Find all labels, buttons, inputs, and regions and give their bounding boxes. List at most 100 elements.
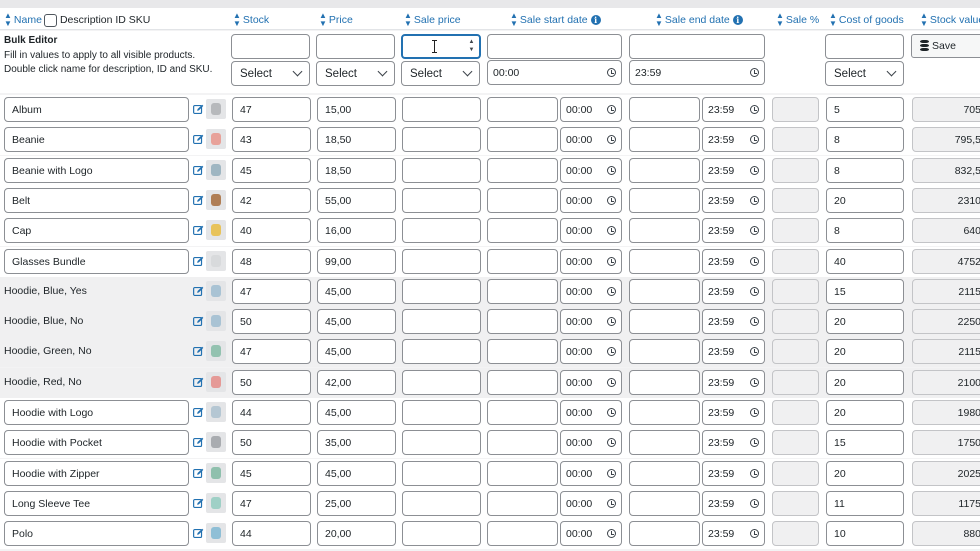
bulk-sale-price-input[interactable]: ▲ ▼: [401, 34, 481, 59]
price-input[interactable]: 45,00: [317, 400, 396, 425]
info-icon[interactable]: i: [590, 15, 601, 25]
bulk-stock-input[interactable]: [231, 34, 310, 59]
sale-start-date-input[interactable]: [487, 218, 558, 243]
edit-icon[interactable]: [193, 286, 204, 297]
cost-input[interactable]: 20: [826, 339, 904, 364]
product-name-input[interactable]: Album: [4, 97, 189, 122]
bulk-sale-end-time[interactable]: 23:59: [629, 60, 765, 85]
bulk-sale-start-time[interactable]: 00:00: [487, 60, 622, 85]
cost-input[interactable]: 8: [826, 218, 904, 243]
sale-start-date-input[interactable]: [487, 97, 558, 122]
cost-input[interactable]: 20: [826, 370, 904, 395]
sale-end-date-input[interactable]: [629, 218, 700, 243]
price-input[interactable]: 25,00: [317, 491, 396, 516]
edit-icon[interactable]: [193, 377, 204, 388]
product-name[interactable]: Hoodie, Blue, No: [4, 315, 83, 327]
sale-end-date-input[interactable]: [629, 249, 700, 274]
sort-stock-value[interactable]: ▲ ▼ Stock value: [920, 12, 980, 28]
product-name-input[interactable]: Beanie with Logo: [4, 158, 189, 183]
info-icon[interactable]: i: [732, 15, 743, 25]
sale-end-time-input[interactable]: 23:59: [702, 370, 765, 395]
sale-end-time-input[interactable]: 23:59: [702, 127, 765, 152]
sale-end-time-input[interactable]: 23:59: [702, 339, 765, 364]
sale-end-date-input[interactable]: [629, 279, 700, 304]
edit-icon[interactable]: [193, 134, 204, 145]
product-name[interactable]: Hoodie, Blue, Yes: [4, 285, 87, 297]
sale-end-date-input[interactable]: [629, 370, 700, 395]
stock-input[interactable]: 50: [232, 309, 311, 334]
edit-icon[interactable]: [193, 468, 204, 479]
sale-end-time-input[interactable]: 23:59: [702, 218, 765, 243]
sale-end-time-input[interactable]: 23:59: [702, 158, 765, 183]
price-input[interactable]: 18,50: [317, 127, 396, 152]
sale-price-input[interactable]: [402, 249, 481, 274]
product-name-input[interactable]: Belt: [4, 188, 189, 213]
bulk-sale-start-date[interactable]: [487, 34, 622, 59]
product-name[interactable]: Hoodie, Red, No: [4, 376, 82, 388]
cost-input[interactable]: 11: [826, 491, 904, 516]
sale-start-time-input[interactable]: 00:00: [560, 521, 622, 546]
bulk-sale-end-date[interactable]: [629, 34, 765, 59]
sale-end-date-input[interactable]: [629, 491, 700, 516]
sale-start-date-input[interactable]: [487, 309, 558, 334]
product-name-input[interactable]: Polo: [4, 521, 189, 546]
stock-input[interactable]: 44: [232, 521, 311, 546]
stock-input[interactable]: 42: [232, 188, 311, 213]
sale-price-input[interactable]: [402, 218, 481, 243]
sale-price-input[interactable]: [402, 461, 481, 486]
bulk-cost-select[interactable]: Select: [825, 61, 904, 86]
price-input[interactable]: 45,00: [317, 309, 396, 334]
sale-start-date-input[interactable]: [487, 249, 558, 274]
sale-start-date-input[interactable]: [487, 370, 558, 395]
sale-start-time-input[interactable]: 00:00: [560, 127, 622, 152]
product-name-input[interactable]: Hoodie with Logo: [4, 400, 189, 425]
cost-input[interactable]: 20: [826, 461, 904, 486]
bulk-price-select[interactable]: Select: [316, 61, 395, 86]
sale-start-time-input[interactable]: 00:00: [560, 218, 622, 243]
cost-input[interactable]: 5: [826, 97, 904, 122]
price-input[interactable]: 99,00: [317, 249, 396, 274]
edit-icon[interactable]: [193, 256, 204, 267]
sale-price-input[interactable]: [402, 188, 481, 213]
price-input[interactable]: 16,00: [317, 218, 396, 243]
sale-end-time-input[interactable]: 23:59: [702, 491, 765, 516]
sale-start-time-input[interactable]: 00:00: [560, 430, 622, 455]
sale-end-date-input[interactable]: [629, 158, 700, 183]
number-spinner[interactable]: ▲ ▼: [467, 38, 476, 55]
sort-sale-start[interactable]: ▲ ▼ Sale start date i: [510, 12, 601, 28]
product-name-input[interactable]: Long Sleeve Tee: [4, 491, 189, 516]
price-input[interactable]: 45,00: [317, 339, 396, 364]
price-input[interactable]: 35,00: [317, 430, 396, 455]
price-input[interactable]: 45,00: [317, 461, 396, 486]
sale-end-date-input[interactable]: [629, 97, 700, 122]
sale-end-time-input[interactable]: 23:59: [702, 279, 765, 304]
sale-start-date-input[interactable]: [487, 279, 558, 304]
cost-input[interactable]: 20: [826, 400, 904, 425]
sale-start-time-input[interactable]: 00:00: [560, 188, 622, 213]
stock-input[interactable]: 45: [232, 461, 311, 486]
sale-end-date-input[interactable]: [629, 339, 700, 364]
price-input[interactable]: 15,00: [317, 97, 396, 122]
edit-icon[interactable]: [193, 407, 204, 418]
stock-input[interactable]: 47: [232, 279, 311, 304]
sale-start-time-input[interactable]: 00:00: [560, 370, 622, 395]
sale-end-time-input[interactable]: 23:59: [702, 400, 765, 425]
sale-start-time-input[interactable]: 00:00: [560, 97, 622, 122]
sale-end-time-input[interactable]: 23:59: [702, 249, 765, 274]
sale-start-date-input[interactable]: [487, 400, 558, 425]
price-input[interactable]: 55,00: [317, 188, 396, 213]
stock-input[interactable]: 40: [232, 218, 311, 243]
stock-input[interactable]: 47: [232, 339, 311, 364]
cost-input[interactable]: 20: [826, 309, 904, 334]
product-name-input[interactable]: Hoodie with Zipper: [4, 461, 189, 486]
price-input[interactable]: 42,00: [317, 370, 396, 395]
edit-icon[interactable]: [193, 104, 204, 115]
cost-input[interactable]: 20: [826, 188, 904, 213]
stock-input[interactable]: 44: [232, 400, 311, 425]
sale-start-date-input[interactable]: [487, 339, 558, 364]
sale-price-input[interactable]: [402, 127, 481, 152]
edit-icon[interactable]: [193, 498, 204, 509]
sale-price-input[interactable]: [402, 521, 481, 546]
bulk-stock-select[interactable]: Select: [231, 61, 310, 86]
product-name-input[interactable]: Hoodie with Pocket: [4, 430, 189, 455]
